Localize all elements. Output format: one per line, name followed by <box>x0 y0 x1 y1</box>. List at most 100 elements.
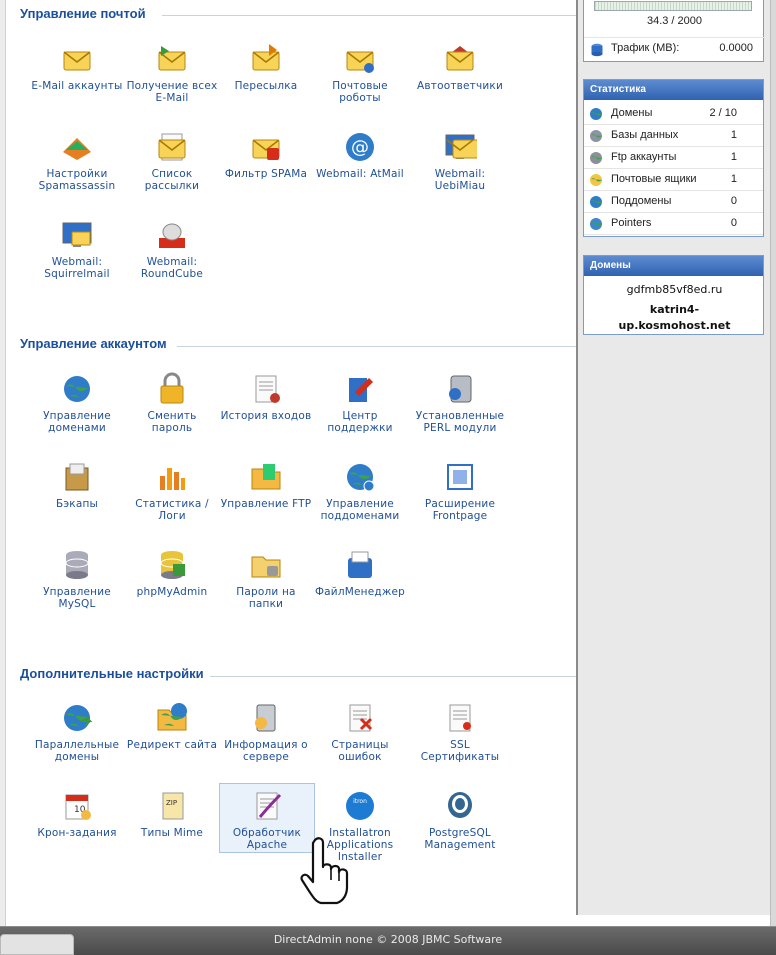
tile-spam-filter[interactable]: Фильтр SPAMа <box>218 130 314 180</box>
tile-error-pages[interactable]: Страницы ошибок <box>312 701 408 763</box>
mysql-icon <box>60 548 94 582</box>
main-panel: Управление почтой E-Mail аккаунты Получен… <box>7 0 576 915</box>
stat-label: Поддомены <box>611 195 672 207</box>
tile-autoresponder[interactable]: Автоответчики <box>412 42 508 92</box>
stat-value: 1 <box>730 173 737 185</box>
tile-catch-all-email[interactable]: Получение всех E-Mail <box>124 42 220 104</box>
tile-ftp-management[interactable]: Управление FTP <box>218 460 314 510</box>
spamassassin-icon <box>60 130 94 164</box>
tile-mailing-list[interactable]: Список рассылки <box>124 130 220 192</box>
tile-mime-types[interactable]: ZIP Типы Mime <box>124 789 220 839</box>
file-manager-icon <box>343 548 377 582</box>
tile-server-info[interactable]: Информация о сервере <box>218 701 314 763</box>
hand-cursor-icon <box>299 836 355 906</box>
tile-mail-robots[interactable]: Почтовые роботы <box>312 42 408 104</box>
statistics-icon <box>155 460 189 494</box>
tile-statistics[interactable]: Статистика / Логи <box>124 460 220 522</box>
usage-meter <box>594 1 752 11</box>
tile-ssl-certificate[interactable]: SSL Сертификаты <box>412 701 508 763</box>
tile-label: Почтовые роботы <box>332 80 388 104</box>
tile-label: Настройки Spamassassin <box>38 168 116 192</box>
sidebar-edge <box>770 0 776 930</box>
tile-file-manager[interactable]: ФайлМенеджер <box>312 548 408 598</box>
server-info-icon <box>249 701 283 735</box>
domain-link-1[interactable]: gdfmb85vf8ed.ru <box>584 283 765 296</box>
stat-row: Ftp аккаунты 1 <box>584 147 763 169</box>
tile-padlock[interactable]: Сменить пароль <box>124 372 220 434</box>
tile-redirect[interactable]: Редирект сайта <box>124 701 220 751</box>
frontpage-icon <box>443 460 477 494</box>
domains-box: Домены gdfmb85vf8ed.ru katrin4-up.kosmoh… <box>583 255 764 335</box>
mailing-list-icon <box>155 130 189 164</box>
tile-label: Пересылка <box>234 80 298 92</box>
error-pages-icon <box>343 701 377 735</box>
tile-perl-modules[interactable]: Установленные PERL модули <box>412 372 508 434</box>
tile-phpmyadmin[interactable]: phpMyAdmin <box>124 548 220 598</box>
tile-label: Сменить пароль <box>147 410 197 434</box>
tile-roundcube[interactable]: Webmail: RoundCube <box>124 218 220 280</box>
stat-value: 0 <box>730 217 737 229</box>
domain-link-2[interactable]: katrin4-up.kosmohost.net <box>604 302 745 334</box>
section-title-account: Управление аккаунтом <box>20 336 167 351</box>
stat-label: Почтовые ящики <box>611 173 697 185</box>
tile-label: PostgreSQL Management <box>424 827 496 851</box>
tile-label: Расширение Frontpage <box>424 498 496 522</box>
pointer-icon <box>589 217 603 231</box>
tile-label: E-Mail аккаунты <box>31 80 123 92</box>
section-divider <box>210 676 576 677</box>
stat-value: 0 <box>730 195 737 207</box>
tile-label: Центр поддержки <box>327 410 393 434</box>
tile-label: Параллельные домены <box>34 739 120 763</box>
tile-email-accounts[interactable]: E-Mail аккаунты <box>29 42 125 92</box>
tile-parallel-domains[interactable]: Параллельные домены <box>29 701 125 763</box>
domains-icon <box>60 372 94 406</box>
tile-squirrelmail[interactable]: Webmail: Squirrelmail <box>29 218 125 280</box>
tile-label: Пароли на папки <box>236 586 296 610</box>
tile-atmail[interactable]: @ Webmail: AtMail <box>312 130 408 180</box>
forwarding-icon <box>249 42 283 76</box>
tile-frontpage[interactable]: Расширение Frontpage <box>412 460 508 522</box>
tile-label: Редирект сайта <box>126 739 218 751</box>
statistics-rows: Домены 2 / 10 Базы данных 1 Ftp аккаунты 1 Поч… <box>584 100 763 235</box>
usage-text: 34.3 / 2000 <box>646 15 703 27</box>
database-icon <box>589 129 603 143</box>
squirrelmail-icon <box>60 218 94 252</box>
tile-label: Управление MySQL <box>43 586 111 610</box>
tile-cron-jobs[interactable]: 10 Крон-задания <box>29 789 125 839</box>
tile-folder-password[interactable]: Пароли на папки <box>218 548 314 610</box>
tile-subdomains[interactable]: Управление поддоменами <box>312 460 408 522</box>
stat-label: Ftp аккаунты <box>611 151 677 163</box>
tile-label: Страницы ошибок <box>331 739 389 763</box>
taskbar-tab[interactable] <box>0 934 74 955</box>
tile-uebimiau[interactable]: Webmail: UebiMiau <box>412 130 508 192</box>
tile-mysql[interactable]: Управление MySQL <box>29 548 125 610</box>
spam-filter-icon <box>249 130 283 164</box>
tile-label: Крон-задания <box>37 827 117 839</box>
stat-row: Pointers 0 <box>584 213 763 235</box>
tile-label: Webmail: UebiMiau <box>434 168 486 192</box>
tile-label: SSL Сертификаты <box>420 739 500 763</box>
tile-label: phpMyAdmin <box>136 586 208 598</box>
tile-domains[interactable]: Управление доменами <box>29 372 125 434</box>
ftp-management-icon <box>249 460 283 494</box>
redirect-icon <box>155 701 189 735</box>
tile-forwarding[interactable]: Пересылка <box>218 42 314 92</box>
atmail-icon: @ <box>343 130 377 164</box>
stat-value: 2 / 10 <box>709 107 737 119</box>
stat-row: Домены 2 / 10 <box>584 103 763 125</box>
stat-row: Базы данных 1 <box>584 125 763 147</box>
tile-label: Webmail: AtMail <box>316 168 404 180</box>
traffic-value: 0.0000 <box>719 42 753 54</box>
tile-login-history[interactable]: История входов <box>218 372 314 422</box>
domains-title: Домены <box>584 256 763 276</box>
tile-support-center[interactable]: Центр поддержки <box>312 372 408 434</box>
email-accounts-icon <box>60 42 94 76</box>
tile-label: Webmail: Squirrelmail <box>44 256 110 280</box>
tile-postgresql[interactable]: PostgreSQL Management <box>412 789 508 851</box>
tile-spamassassin[interactable]: Настройки Spamassassin <box>29 130 125 192</box>
section-title-mail: Управление почтой <box>20 6 146 21</box>
tile-backups[interactable]: Бэкапы <box>29 460 125 510</box>
apache-handler-icon <box>250 789 284 823</box>
installatron-icon: itron <box>343 789 377 823</box>
stat-label: Домены <box>611 107 653 119</box>
